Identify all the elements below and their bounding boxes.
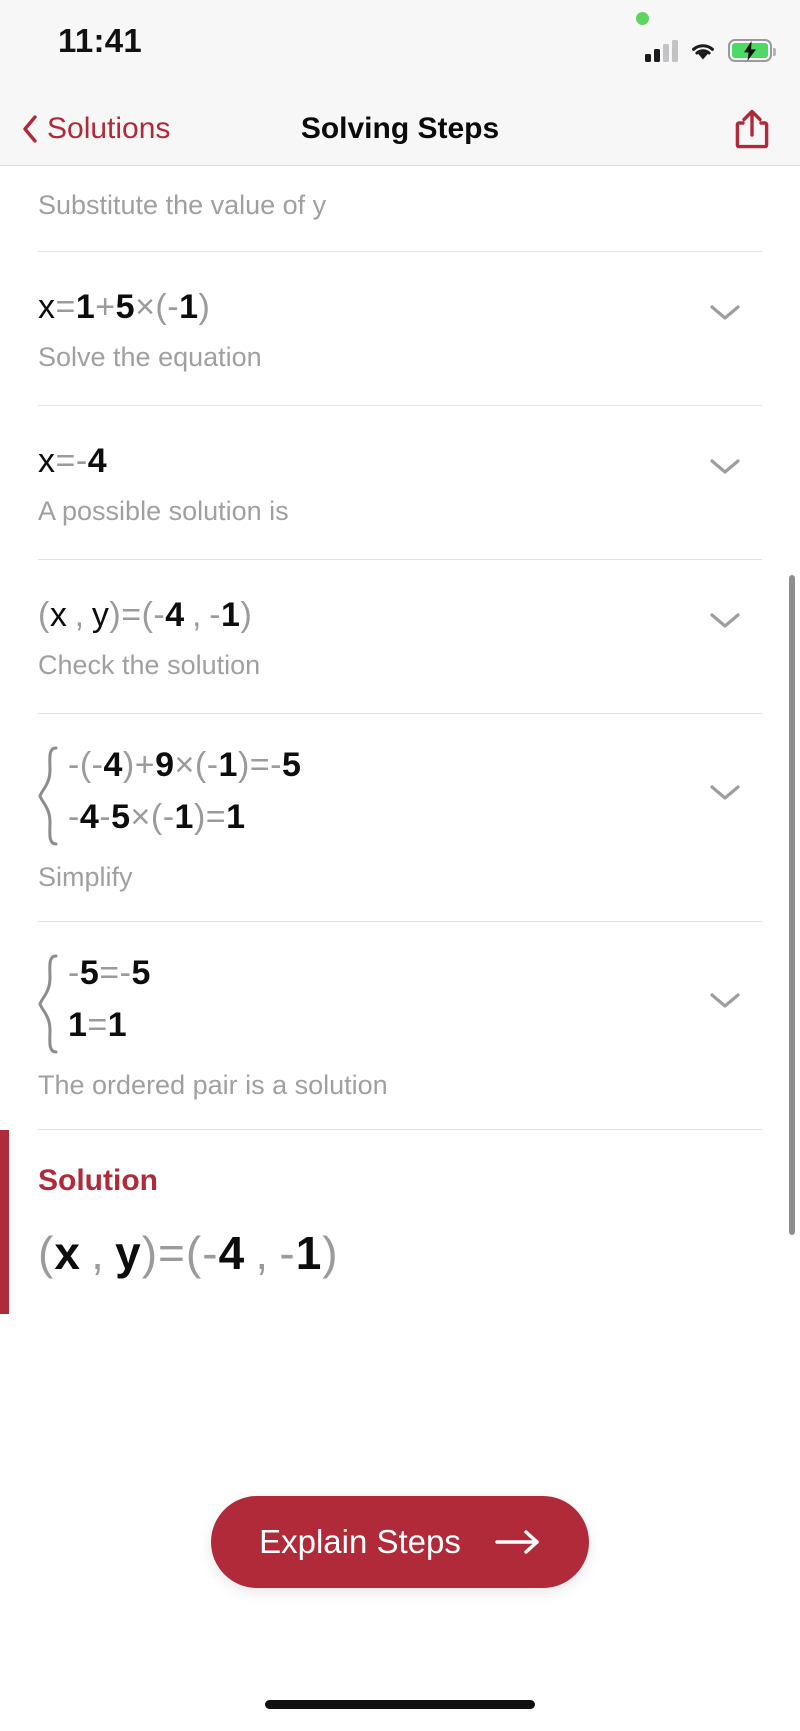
battery-charging-icon <box>728 39 776 62</box>
home-indicator <box>265 1700 535 1709</box>
status-bar-time: 11:41 <box>58 22 143 59</box>
cta-container: Explain Steps <box>0 1496 800 1588</box>
chevron-down-icon[interactable] <box>708 782 742 802</box>
chevron-down-icon[interactable] <box>708 302 742 322</box>
solution-title: Solution <box>38 1164 158 1198</box>
chevron-down-icon[interactable] <box>708 990 742 1010</box>
step-caption: Solve the equation <box>38 342 262 373</box>
cellular-signal-icon <box>645 40 678 62</box>
step-expression-system: -5=-5 1=1 <box>38 954 670 1054</box>
step-item[interactable]: x=-4 A possible solution is <box>0 406 800 559</box>
solution-accent-bar <box>0 1130 9 1315</box>
step-item[interactable]: -(-4)+9×(-1)=-5 -4-5×(-1)=1 Simplify <box>0 714 800 921</box>
step-expression: x=-4 <box>38 442 108 481</box>
step-caption: Simplify <box>38 862 133 893</box>
vertical-scrollbar[interactable] <box>789 575 795 1235</box>
chevron-down-icon[interactable] <box>708 456 742 476</box>
step-caption: Check the solution <box>38 650 261 681</box>
step-item-partial[interactable]: Substitute the value of y <box>0 166 800 251</box>
chevron-down-icon[interactable] <box>708 610 742 630</box>
step-caption: The ordered pair is a solution <box>38 1070 388 1101</box>
step-item[interactable]: x=1+5×(-1) Solve the equation <box>0 252 800 405</box>
status-bar-icons <box>645 32 776 62</box>
page-title: Solving Steps <box>300 111 500 145</box>
privacy-indicator-dot <box>636 12 649 25</box>
step-caption: Substitute the value of y <box>38 190 327 220</box>
share-icon[interactable] <box>732 107 772 151</box>
navigation-bar: Solutions Solving Steps <box>0 92 800 166</box>
step-item[interactable]: -5=-5 1=1 The ordered pair is a solution <box>0 922 800 1129</box>
arrow-right-icon <box>495 1530 539 1554</box>
explain-steps-label: Explain Steps <box>259 1523 461 1560</box>
wifi-icon <box>692 44 714 60</box>
solution-expression: (x , y)=(-4 , -1) <box>38 1227 339 1280</box>
step-expression: (x , y)=(-4 , -1) <box>38 596 253 635</box>
step-expression: x=1+5×(-1) <box>38 288 211 326</box>
curly-brace-icon <box>38 954 58 1054</box>
solution-block: Solution (x , y)=(-4 , -1) <box>0 1130 800 1315</box>
curly-brace-icon <box>38 746 58 846</box>
step-expression-system: -(-4)+9×(-1)=-5 -4-5×(-1)=1 <box>38 746 670 846</box>
step-caption: A possible solution is <box>38 496 289 527</box>
step-item[interactable]: (x , y)=(-4 , -1) Check the solution <box>0 560 800 713</box>
solving-steps-list: Substitute the value of y x=1+5×(-1) Sol… <box>0 166 800 1315</box>
explain-steps-button[interactable]: Explain Steps <box>211 1496 589 1588</box>
status-bar: 11:41 <box>0 0 800 92</box>
